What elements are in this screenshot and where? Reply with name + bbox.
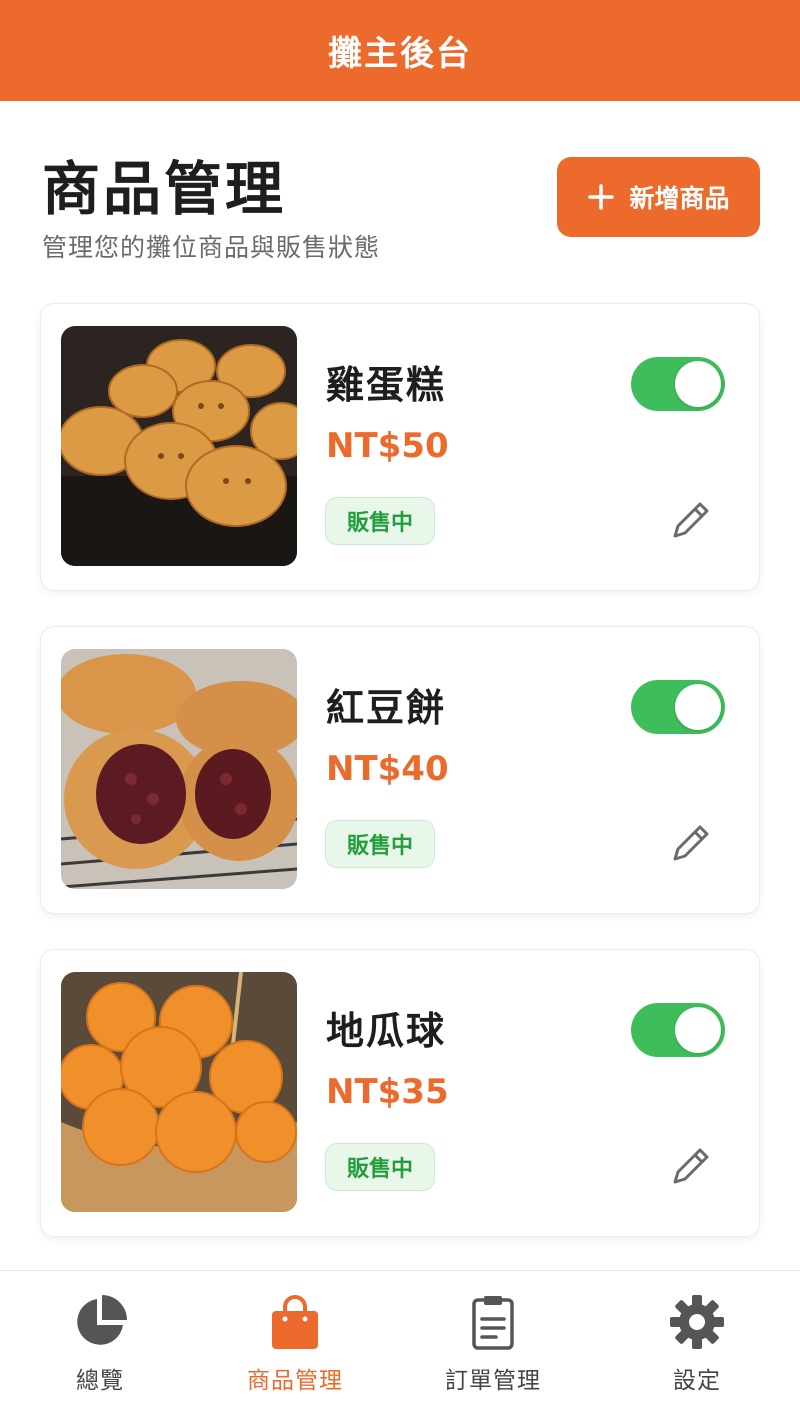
red-bean-cake-photo — [61, 649, 297, 889]
edit-button[interactable] — [663, 492, 719, 548]
sale-toggle[interactable] — [631, 1003, 725, 1057]
app-header: 攤主後台 — [0, 0, 800, 101]
product-card: 地瓜球 NT$35 販售中 — [40, 949, 760, 1237]
sale-toggle[interactable] — [631, 357, 725, 411]
clipboard-icon — [472, 1296, 514, 1350]
status-badge: 販售中 — [325, 1143, 435, 1191]
product-name: 地瓜球 — [326, 1009, 447, 1053]
pie-chart-icon — [77, 1295, 127, 1345]
sale-toggle[interactable] — [631, 680, 725, 734]
product-image — [61, 326, 297, 566]
nav-item-products[interactable]: 商品管理 — [195, 1293, 395, 1403]
product-price: NT$50 — [326, 426, 449, 466]
nav-item-orders[interactable]: 訂單管理 — [393, 1293, 593, 1403]
plus-icon — [588, 184, 615, 210]
nav-item-settings[interactable]: 設定 — [597, 1293, 797, 1403]
product-card: 雞蛋糕 NT$50 販售中 — [40, 303, 760, 591]
nav-label: 設定 — [673, 1368, 721, 1394]
egg-cake-photo — [61, 326, 297, 566]
shopping-bag-icon — [272, 1295, 318, 1349]
nav-item-overview[interactable]: 總覽 — [0, 1293, 200, 1403]
page-subtitle: 管理您的攤位商品與販售狀態 — [42, 233, 381, 262]
edit-button[interactable] — [663, 1138, 719, 1194]
bottom-navigation: 總覽 商品管理 訂單管理 設定 — [0, 1270, 800, 1422]
toggle-knob — [675, 684, 721, 730]
nav-label: 商品管理 — [247, 1368, 343, 1394]
product-image — [61, 972, 297, 1212]
product-price: NT$40 — [326, 749, 449, 789]
add-product-label: 新增商品 — [629, 184, 730, 213]
page-title: 商品管理 — [42, 155, 287, 223]
pencil-icon — [673, 502, 709, 538]
gear-icon — [670, 1295, 724, 1349]
nav-label: 訂單管理 — [445, 1368, 541, 1394]
product-image — [61, 649, 297, 889]
sweet-potato-ball-photo — [61, 972, 297, 1212]
toggle-knob — [675, 361, 721, 407]
status-badge: 販售中 — [325, 820, 435, 868]
pencil-icon — [673, 825, 709, 861]
product-name: 紅豆餅 — [326, 686, 447, 730]
toggle-knob — [675, 1007, 721, 1053]
add-product-button[interactable]: 新增商品 — [557, 157, 760, 237]
pencil-icon — [673, 1148, 709, 1184]
product-price: NT$35 — [326, 1072, 449, 1112]
edit-button[interactable] — [663, 815, 719, 871]
product-name: 雞蛋糕 — [326, 363, 447, 407]
status-badge: 販售中 — [325, 497, 435, 545]
nav-label: 總覽 — [76, 1368, 124, 1394]
app-title: 攤主後台 — [328, 34, 472, 74]
product-card: 紅豆餅 NT$40 販售中 — [40, 626, 760, 914]
